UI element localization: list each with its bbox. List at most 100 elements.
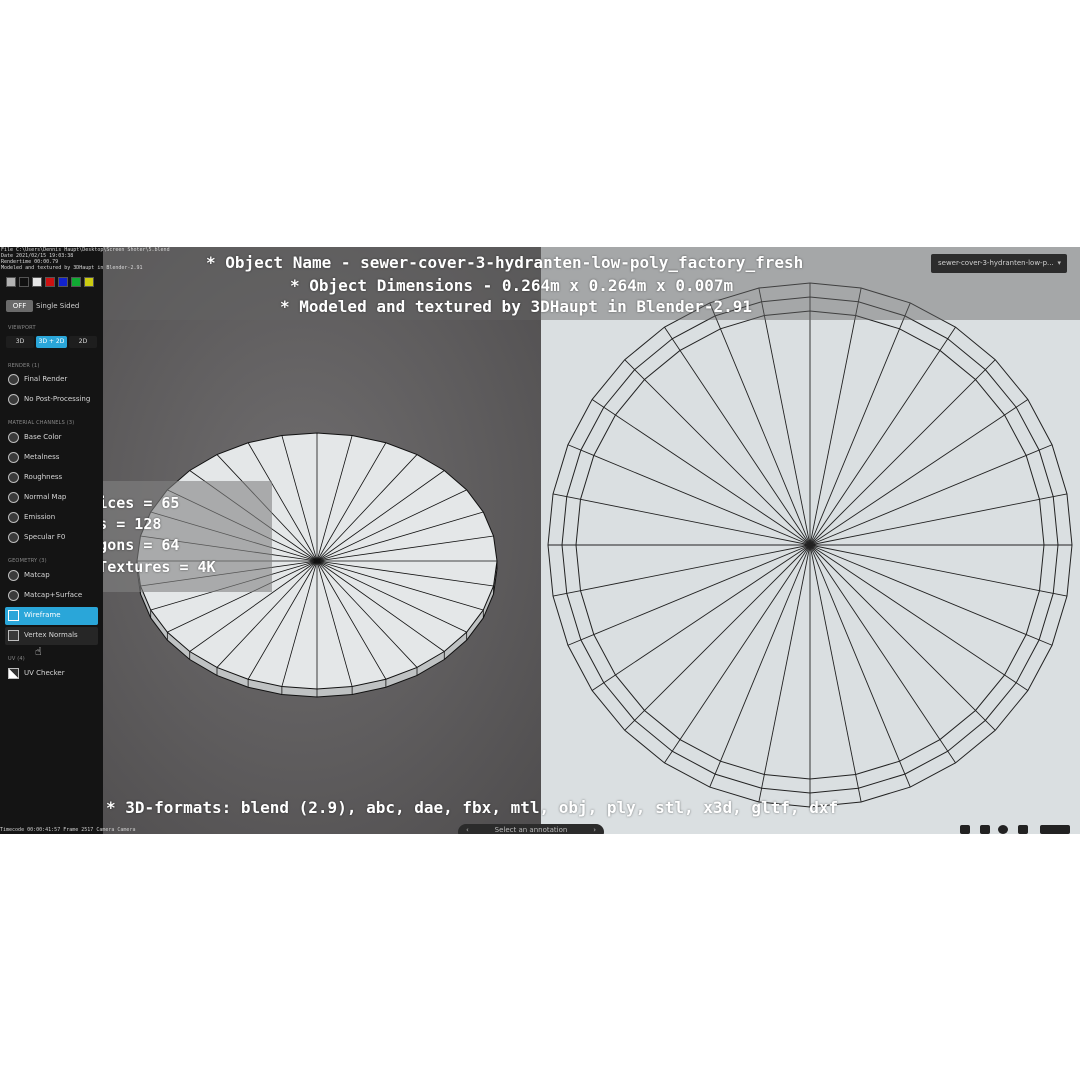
- wireframe-icon: [8, 610, 19, 621]
- geometry-section-title: GEOMETRY (3): [8, 558, 47, 564]
- uv-checker-label: UV Checker: [24, 669, 65, 677]
- uv-checker-item[interactable]: UV Checker: [5, 665, 98, 683]
- rim-edge: [975, 359, 996, 380]
- model-select-value: sewer-cover-3-hydranten-low-p...: [938, 259, 1054, 267]
- metalness-item[interactable]: Metalness: [5, 449, 98, 467]
- rim-edge: [567, 634, 594, 646]
- specular-f0-label: Specular F0: [24, 533, 66, 541]
- rim-edge: [939, 739, 956, 764]
- chevron-right-icon[interactable]: ›: [593, 824, 596, 834]
- radial-edge: [809, 455, 1027, 546]
- metalness-icon: [8, 452, 19, 463]
- viewport-2d[interactable]: [541, 247, 1080, 834]
- modeled-by-text: * Modeled and textured by 3DHaupt in Ble…: [280, 297, 753, 316]
- chevron-left-icon[interactable]: ‹: [466, 824, 469, 834]
- render-section-title: RENDER (1): [8, 363, 40, 369]
- normal-map-icon: [8, 492, 19, 503]
- radial-edge: [809, 544, 1027, 635]
- background-swatch[interactable]: [84, 277, 94, 287]
- matcap-label: Matcap: [24, 571, 50, 579]
- timecode-bar: Timecode 00:00:41:57 Frame 2517 Camera C…: [0, 827, 136, 833]
- matcap-surface-label: Matcap+Surface: [24, 591, 83, 599]
- single-sided-label: Single Sided: [36, 302, 80, 310]
- chevron-down-icon: ▾: [1057, 259, 1061, 267]
- rim-edge: [1004, 399, 1029, 416]
- annotation-placeholder: Select an annotation: [494, 826, 568, 834]
- rim-edge: [1026, 634, 1053, 646]
- roughness-item[interactable]: Roughness: [5, 469, 98, 487]
- annotation-selector[interactable]: ‹ Select an annotation ›: [458, 824, 604, 834]
- help-icon[interactable]: [960, 825, 970, 834]
- rim-edge: [1004, 674, 1029, 691]
- normal-map-item[interactable]: Normal Map: [5, 489, 98, 507]
- base-color-item[interactable]: Base Color: [5, 429, 98, 447]
- background-swatch[interactable]: [6, 277, 16, 287]
- no-post-processing-label: No Post-Processing: [24, 395, 91, 403]
- rim-edge: [591, 399, 616, 416]
- emission-item[interactable]: Emission: [5, 509, 98, 527]
- final-render-item[interactable]: Final Render: [5, 371, 98, 389]
- radial-edge: [809, 328, 900, 546]
- vertex-normals-icon: [8, 630, 19, 641]
- viewport-3d-2d-button[interactable]: 3D + 2D: [36, 336, 67, 348]
- background-swatch[interactable]: [19, 277, 29, 287]
- rim-edge: [624, 710, 645, 731]
- radial-edge: [809, 379, 976, 546]
- wireframe-item[interactable]: Wireframe: [5, 607, 98, 625]
- rim-edge: [624, 359, 645, 380]
- radial-edge: [593, 544, 811, 635]
- viewport-3d-button[interactable]: 3D: [6, 336, 34, 348]
- matcap-item[interactable]: Matcap: [5, 567, 98, 585]
- background-swatch[interactable]: [71, 277, 81, 287]
- metalness-label: Metalness: [24, 453, 60, 461]
- background-swatch[interactable]: [32, 277, 42, 287]
- wireframe-label: Wireframe: [24, 611, 61, 619]
- emission-label: Emission: [24, 513, 56, 521]
- radial-edge: [720, 328, 811, 546]
- settings-icon[interactable]: [980, 825, 990, 834]
- emission-icon: [8, 512, 19, 523]
- fullscreen-icon[interactable]: [1040, 825, 1070, 834]
- single-sided-toggle[interactable]: OFF: [6, 300, 33, 312]
- final-render-label: Final Render: [24, 375, 68, 383]
- uv-checker-icon: [8, 668, 19, 679]
- meta-modeled-by: Modeled and textured by 3DHaupt in Blend…: [1, 265, 143, 271]
- final-render-icon: [8, 374, 19, 385]
- post-processing-icon: [8, 394, 19, 405]
- no-post-processing-item[interactable]: No Post-Processing: [5, 391, 98, 409]
- specular-icon: [8, 532, 19, 543]
- rim-edge: [709, 761, 721, 788]
- rim-edge: [975, 710, 996, 731]
- matcap-surface-icon: [8, 590, 19, 601]
- base-color-label: Base Color: [24, 433, 62, 441]
- radial-edge: [644, 379, 811, 546]
- rim-edge: [1026, 444, 1053, 456]
- viewport-2d-button[interactable]: 2D: [69, 336, 97, 348]
- radial-edge: [720, 544, 811, 762]
- wireframe-top-view: [547, 282, 1073, 808]
- material-section-title: MATERIAL CHANNELS (3): [8, 420, 75, 426]
- uv-section-title: UV (4): [8, 656, 25, 662]
- object-dimensions-text: * Object Dimensions - 0.264m x 0.264m x …: [290, 276, 734, 295]
- radial-edge: [644, 544, 811, 711]
- rim-edge: [664, 739, 681, 764]
- roughness-label: Roughness: [24, 473, 63, 481]
- inspector-sidebar: File C:\Users\Dennis Haupt\Desktop\Scree…: [0, 247, 170, 834]
- viewer-screenshot: * Object Name - sewer-cover-3-hydranten-…: [0, 247, 1080, 834]
- model-select-dropdown[interactable]: sewer-cover-3-hydranten-low-p... ▾: [931, 254, 1067, 273]
- matcap-surface-item[interactable]: Matcap+Surface: [5, 587, 98, 605]
- background-swatch[interactable]: [45, 277, 55, 287]
- viewport-section-title: VIEWPORT: [8, 325, 36, 331]
- vertex-normals-label: Vertex Normals: [24, 631, 78, 639]
- specular-f0-item[interactable]: Specular F0: [5, 529, 98, 547]
- rim-edge: [591, 674, 616, 691]
- layout-icon[interactable]: [1018, 825, 1028, 834]
- background-swatch[interactable]: [58, 277, 68, 287]
- rim-edge: [664, 326, 681, 351]
- roughness-icon: [8, 472, 19, 483]
- vertex-normals-item[interactable]: Vertex Normals: [5, 627, 98, 645]
- radial-edge: [809, 544, 976, 711]
- formats-text: * 3D-formats: blend (2.9), abc, dae, fbx…: [106, 798, 839, 817]
- mouse-cursor-icon: ☝: [35, 645, 42, 658]
- vr-icon[interactable]: [998, 825, 1008, 834]
